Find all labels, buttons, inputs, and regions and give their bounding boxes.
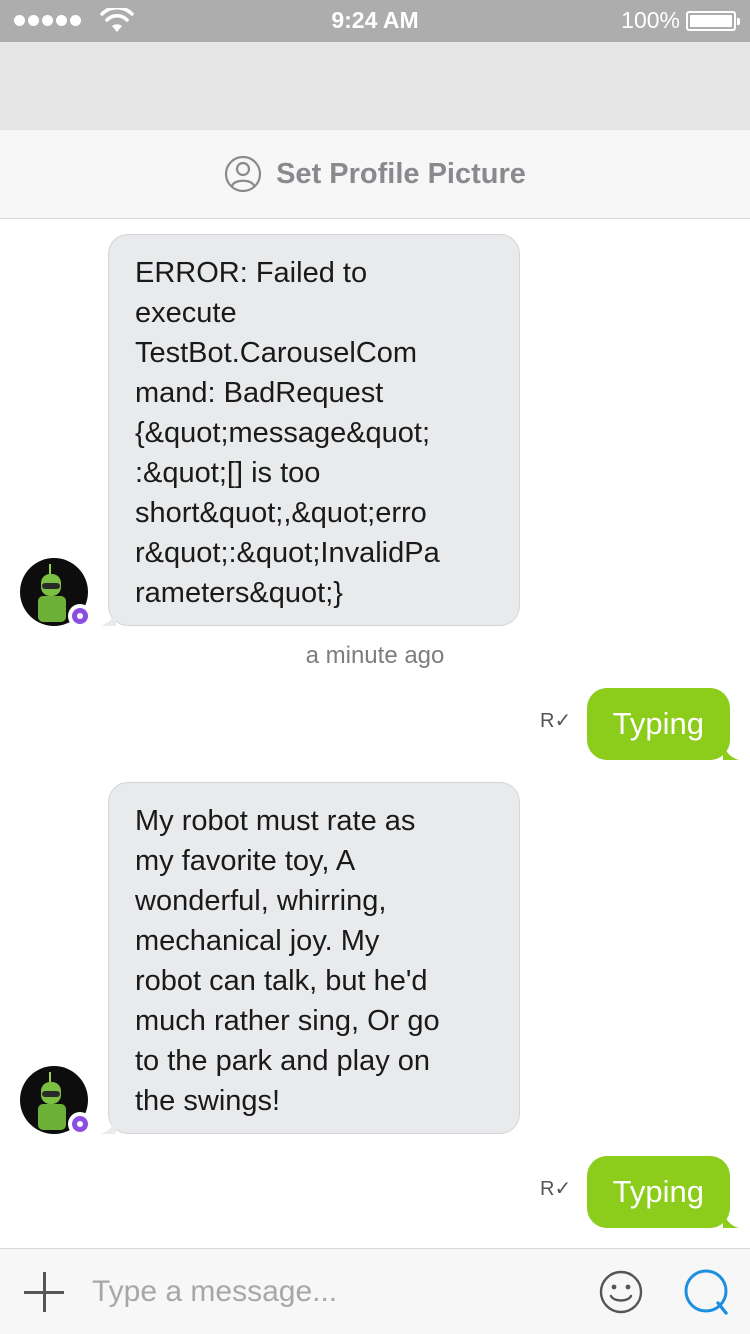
message-composer	[0, 1248, 750, 1334]
outgoing-message-bubble[interactable]: Typing	[586, 688, 739, 760]
message-line: much rather sing, Or go	[135, 1005, 440, 1037]
message-line: short&quot;,&quot;erro	[135, 497, 427, 529]
outgoing-message-bubble[interactable]: Typing	[586, 1156, 739, 1228]
user-circle-icon	[224, 155, 262, 193]
message-line: mand: BadRequest	[135, 377, 384, 409]
message-input[interactable]	[92, 1267, 572, 1317]
bot-badge-icon	[68, 604, 92, 628]
timestamp-text: a minute ago	[305, 642, 445, 669]
message-line: My robot must rate as	[135, 805, 416, 837]
message-line: execute	[135, 297, 237, 329]
message-timestamp: a minute ago	[0, 642, 750, 670]
set-profile-picture-button[interactable]: Set Profile Picture	[0, 130, 750, 219]
message-line: to the park and play on	[135, 1045, 431, 1077]
message-line: wonderful, whirring,	[135, 885, 387, 917]
bubble-tail	[100, 608, 116, 626]
message-line: my favorite toy, A	[135, 845, 356, 877]
message-text: Typing	[612, 706, 704, 741]
read-receipt-icon: R✓	[540, 710, 572, 732]
add-attachment-button[interactable]	[24, 1272, 64, 1312]
bubble-tail	[723, 1210, 739, 1228]
navigation-bar	[0, 42, 750, 130]
bubble-tail	[100, 1116, 116, 1134]
message-line: rameters&quot;}	[135, 577, 343, 609]
status-bar: 9:24 AM 100%	[0, 0, 750, 42]
bot-avatar[interactable]	[20, 1066, 92, 1136]
message-line: robot can talk, but he'd	[135, 965, 428, 997]
message-line: r&quot;:&quot;InvalidPa	[135, 537, 440, 569]
message-line: TestBot.CarouselCom	[135, 337, 418, 369]
send-message-icon[interactable]	[682, 1267, 730, 1317]
set-profile-picture-label: Set Profile Picture	[276, 157, 526, 190]
bot-avatar[interactable]	[20, 558, 92, 628]
message-line: mechanical joy. My	[135, 925, 380, 957]
incoming-message-bubble[interactable]: ERROR: Failed to execute TestBot.Carouse…	[100, 234, 520, 626]
message-line: :&quot;[] is too	[135, 457, 321, 489]
battery-icon	[686, 11, 740, 31]
message-text: Typing	[612, 1174, 704, 1209]
bubble-tail	[723, 742, 739, 760]
bot-badge-icon	[68, 1112, 92, 1136]
message-line: {&quot;message&quot;	[135, 417, 431, 449]
battery-percent: 100%	[621, 7, 680, 33]
message-line: ERROR: Failed to	[135, 257, 368, 289]
message-line: the swings!	[135, 1085, 281, 1117]
read-receipt-icon: R✓	[540, 1178, 572, 1200]
emoji-icon[interactable]	[598, 1269, 644, 1315]
incoming-message-bubble[interactable]: My robot must rate as my favorite toy, A…	[100, 782, 520, 1134]
